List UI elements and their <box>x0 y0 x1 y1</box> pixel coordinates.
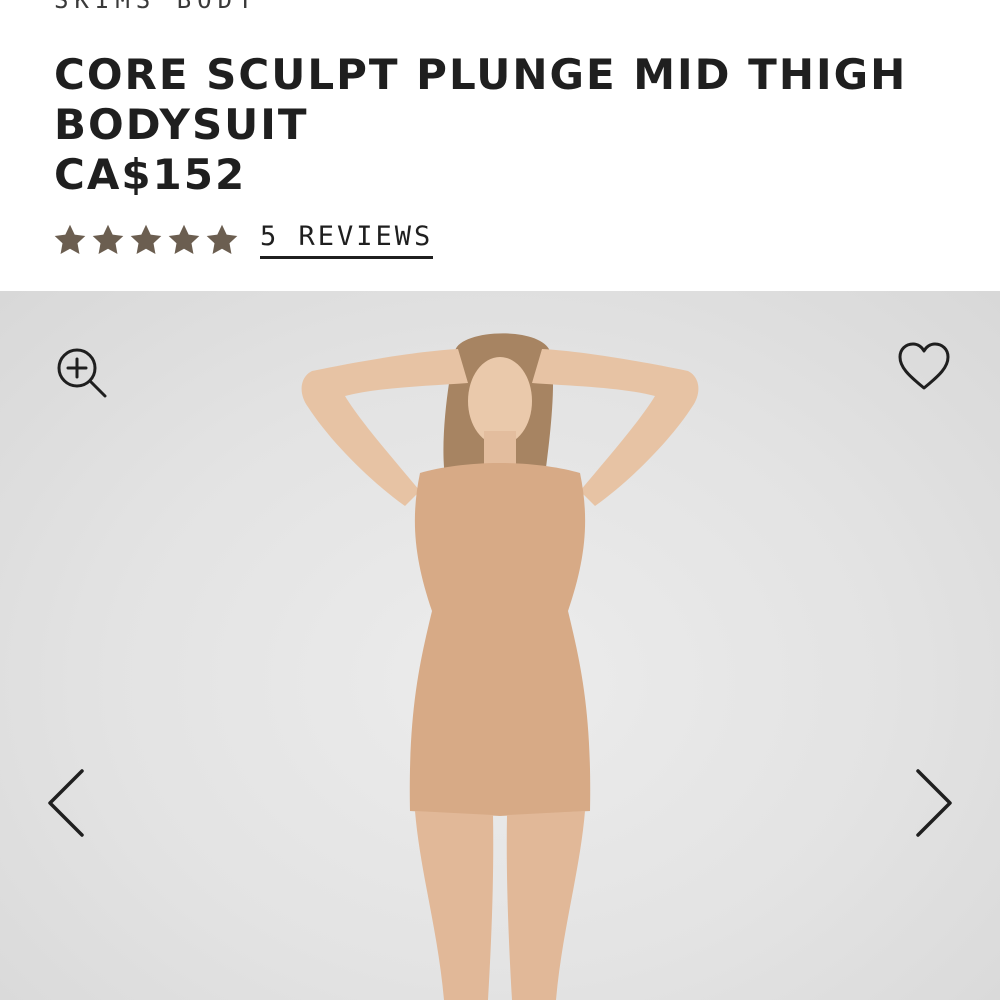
star-icon <box>168 224 200 254</box>
zoom-in-icon[interactable] <box>54 345 110 401</box>
star-rating <box>52 222 240 258</box>
product-photo <box>301 333 699 1000</box>
chevron-right-icon[interactable] <box>912 767 958 839</box>
product-image-gallery[interactable] <box>0 291 1000 1000</box>
star-icon <box>92 224 124 254</box>
star-icon <box>130 224 162 254</box>
star-icon <box>54 224 86 254</box>
model-figure <box>301 333 699 1000</box>
heart-icon[interactable] <box>896 341 952 393</box>
brand-name: SKIMS BODY <box>54 0 259 14</box>
bodysuit-garment <box>409 463 591 816</box>
reviews-link[interactable]: 5 REVIEWS <box>260 221 434 259</box>
rating-row: 5 REVIEWS <box>52 218 434 262</box>
star-icon <box>206 224 238 254</box>
chevron-left-icon[interactable] <box>42 767 88 839</box>
product-title: CORE SCULPT PLUNGE MID THIGH BODYSUIT <box>54 50 908 149</box>
product-price: CA$152 <box>54 150 247 199</box>
model-left-leg <box>415 811 494 1000</box>
model-right-leg <box>506 811 585 1000</box>
